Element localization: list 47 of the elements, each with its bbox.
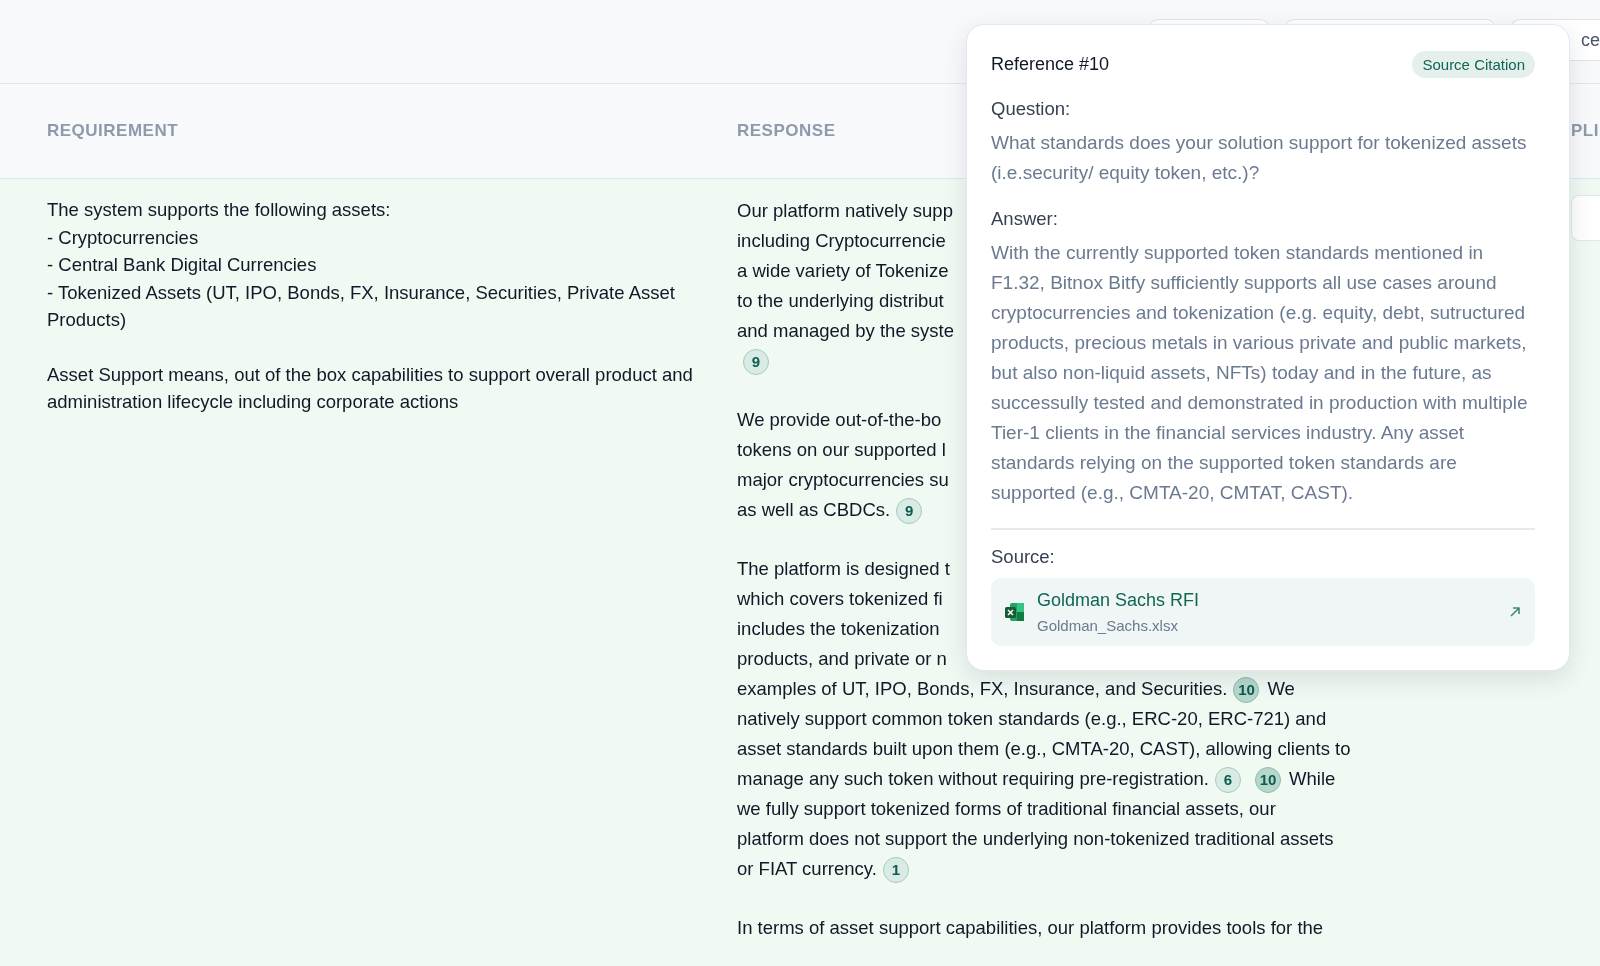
response-text: major cryptocurrencies su [737, 468, 949, 492]
response-text: asset standards built upon them (e.g., CMTA-20, CAST), allowing clients to [737, 737, 1351, 761]
requirement-text: The system supports the following assets: - Cryptocurrencies - Central Bank Digital Currencies - Tokenized Assets (UT, IPO, Bonds, FX, Insurance, Securities, Private Asset Products) [47, 198, 676, 332]
response-text: includes the tokenization [737, 617, 940, 641]
response-text: a wide variety of Tokenize [737, 259, 949, 283]
column-header: REQUIREMENT [47, 121, 179, 141]
response-text: manage any such token without requiring pre-registration. [737, 767, 1209, 791]
response-text: examples of UT, IPO, Bonds, FX, Insurance, and Securities. [737, 677, 1228, 701]
response-text: tokens on our supported l [737, 438, 946, 462]
question-text: What standards does your solution support for tokenized assets (i.e.security/ equity token, etc.)? [991, 131, 1528, 185]
response-text: including Cryptocurrencie [737, 229, 946, 253]
answer-label: Answer: [991, 208, 1059, 230]
response-text: to the underlying distribut [737, 289, 944, 313]
response-text: as well as CBDCs. [737, 498, 891, 522]
source-citation-tag: Source Citation [1412, 51, 1535, 78]
response-text: The platform is designed t [737, 557, 950, 581]
response-text: natively support common token standards (e.g., ERC-20, ERC-721) and [737, 707, 1327, 731]
source-filename: Goldman_Sachs.xlsx [1037, 617, 1179, 634]
response-text: we fully support tokenized forms of traditional financial assets, our [737, 797, 1276, 821]
column-header: PLI [1571, 121, 1599, 141]
requirement-text: Asset Support means, out of the box capabilities to support overall product and administration lifecycle including corporate actions [47, 362, 694, 414]
spreadsheet-icon [1005, 602, 1025, 622]
citation-badge[interactable]: 9 [743, 349, 769, 375]
response-text: While [1289, 767, 1336, 791]
response-text: and managed by the syste [737, 319, 954, 343]
source-link[interactable]: Goldman Sachs RFI Goldman_Sachs.xlsx [991, 578, 1535, 646]
answer-text: With the currently supported token standards mentioned in F1.32, Bitnox Bitfy sufficiently supports all use cases around cryptocurrencies and tokenization (e.g. equity, debt, sutructured products, precious metals in various private and public markets, but also non-liquid assets, NFTs) today and in the future, as successully tested and demonstrated in production with multiple Tier-1 clients in the financial services industry. Any asset standards relying on the supported token standards are supported (e.g., CMTA-20, CMTAT, CAST). [991, 241, 1529, 505]
popover-title: Reference #10 [991, 54, 1110, 75]
response-text: or FIAT currency. [737, 857, 877, 881]
question-label: Question: [991, 98, 1072, 120]
input-field[interactable] [1571, 195, 1600, 241]
citation-badge[interactable]: 9 [896, 498, 923, 524]
citation-badge[interactable]: 6 [1215, 767, 1241, 793]
source-title: Goldman Sachs RFI [1037, 590, 1201, 611]
response-text: Our platform natively supp [737, 199, 953, 223]
response-text: products, and private or n [737, 647, 947, 671]
response-text: We [1267, 677, 1295, 701]
external-arrow-icon [1509, 606, 1521, 618]
response-text: In terms of asset support capabilities, our platform provides tools for the [737, 916, 1324, 940]
column-header: RESPONSE [737, 121, 836, 141]
citation-badge[interactable]: 10 [1255, 767, 1281, 793]
citation-badge[interactable]: 10 [1233, 677, 1260, 703]
source-label: Source: [991, 546, 1056, 568]
response-text: We provide out-of-the-bo [737, 408, 942, 432]
response-text: which covers tokenized fi [737, 587, 943, 611]
response-text: platform does not support the underlying non-tokenized traditional assets [737, 827, 1334, 851]
citation-badge[interactable]: 1 [882, 857, 909, 883]
